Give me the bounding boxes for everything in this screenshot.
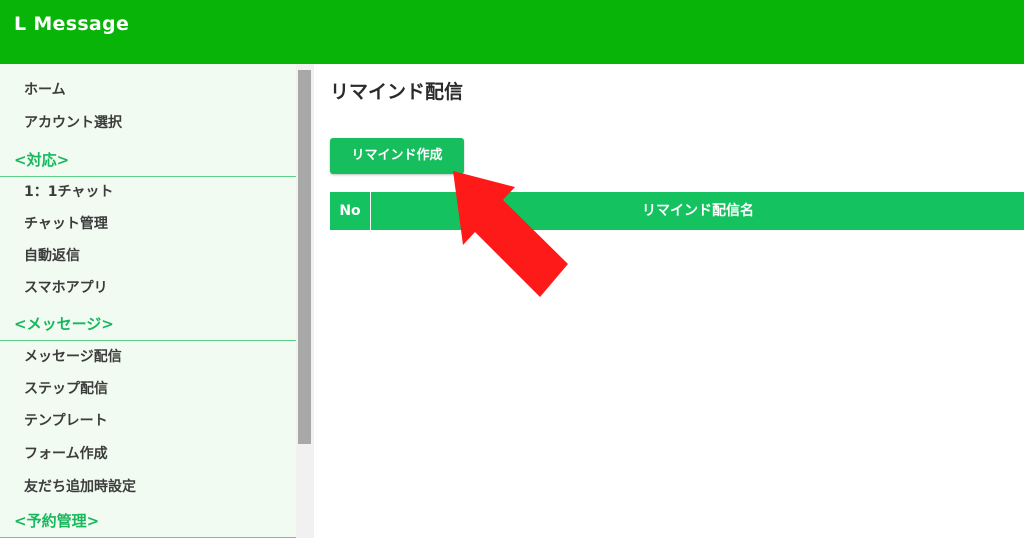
sidebar-item-message-delivery[interactable]: メッセージ配信 <box>24 347 122 367</box>
sidebar-item-step-delivery[interactable]: ステップ配信 <box>24 379 108 399</box>
sidebar-item-chat-manage[interactable]: チャット管理 <box>24 214 108 234</box>
sidebar-item-form-create[interactable]: フォーム作成 <box>24 444 108 464</box>
sidebar-item-template[interactable]: テンプレート <box>24 411 108 431</box>
column-header-no[interactable]: No <box>330 192 371 230</box>
sidebar-section-message-label: <メッセージ> <box>14 315 114 333</box>
red-arrow-shape <box>453 171 568 297</box>
sidebar-section-reservation: <予約管理> <box>0 505 296 538</box>
app-title[interactable]: L Message <box>14 13 129 35</box>
sidebar-item-smartphone-app[interactable]: スマホアプリ <box>24 278 108 298</box>
red-arrow-icon <box>453 171 568 297</box>
sidebar-item-chat-1to1[interactable]: 1：1チャット <box>24 182 113 202</box>
page-title: リマインド配信 <box>330 81 464 103</box>
sidebar-section-reservation-label: <予約管理> <box>14 512 100 530</box>
sidebar-item-auto-reply[interactable]: 自動返信 <box>24 246 80 266</box>
sidebar: ホーム アカウント選択 <対応> 1：1チャット チャット管理 自動返信 スマホ… <box>0 64 296 538</box>
sidebar-item-home[interactable]: ホーム <box>24 80 66 100</box>
sidebar-scrollbar-thumb[interactable] <box>298 70 311 444</box>
app-header: L Message <box>0 0 1024 64</box>
table-header: No リマインド配信名 <box>330 192 1024 230</box>
sidebar-section-support-label: <対応> <box>14 151 70 169</box>
sidebar-section-message: <メッセージ> <box>0 308 296 341</box>
sidebar-item-friend-add-settings[interactable]: 友だち追加時設定 <box>24 477 136 497</box>
sidebar-section-support: <対応> <box>0 144 296 177</box>
sidebar-item-account-select[interactable]: アカウント選択 <box>24 113 122 133</box>
